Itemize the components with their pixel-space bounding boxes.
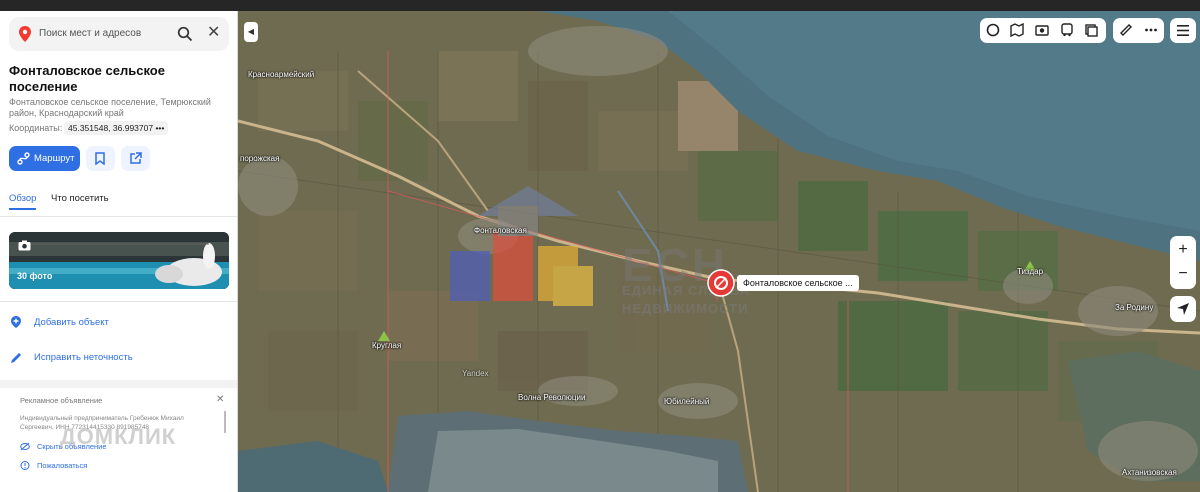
photo-count: 30 фото (17, 271, 53, 281)
eye-crossed-icon (20, 442, 30, 451)
place-label-volna-revolyutsii: Волна Революции (518, 393, 586, 402)
search-icon[interactable] (177, 26, 193, 42)
marker-label[interactable]: Фонталовское сельское ... (737, 275, 859, 291)
ruler-icon[interactable] (1119, 23, 1133, 37)
fix-error-link[interactable]: Исправить неточность (34, 352, 133, 363)
map-pin-icon (19, 26, 31, 42)
divider (0, 380, 237, 388)
map-tools-group (1113, 18, 1164, 43)
zoom-out-button[interactable]: − (1170, 265, 1196, 283)
camera-icon (18, 240, 31, 251)
add-location-icon (11, 316, 21, 328)
add-object-link[interactable]: Добавить объект (34, 317, 109, 328)
map-icon[interactable] (1010, 23, 1024, 37)
domclick-watermark: ДОМКЛИК (60, 424, 177, 449)
yandex-watermark: Yandex (462, 369, 489, 378)
divider (0, 216, 237, 217)
panorama-icon[interactable] (986, 23, 1000, 37)
search-bar[interactable]: Поиск мест и адресов ✕ (9, 17, 229, 51)
place-label-akhtanizovskaya: Ахтанизовская (1122, 468, 1177, 477)
close-icon[interactable]: ✕ (207, 25, 220, 41)
place-label-za-rodinu: За Родину (1115, 303, 1154, 312)
hamburger-icon (1177, 25, 1189, 36)
photo-layer-icon[interactable] (1035, 23, 1049, 37)
locate-button[interactable] (1170, 296, 1196, 322)
place-label-krasnoarmeysky: Красноармейский (248, 70, 315, 79)
report-ad-link[interactable]: Пожаловаться (37, 461, 87, 470)
photo-gallery[interactable]: 30 фото (9, 232, 229, 289)
zoom-control: + − (1170, 236, 1196, 289)
egn-watermark-line2: НЕДВИЖИМОСТИ (622, 301, 749, 316)
place-marker-icon[interactable] (707, 269, 735, 297)
coordinates-label: Координаты: (9, 123, 63, 133)
navigation-arrow-icon (1177, 303, 1189, 315)
place-title: Фонталовское сельское поселение (9, 63, 165, 94)
menu-button[interactable] (1170, 18, 1196, 43)
ad-title: Рекламное объявление (20, 396, 103, 405)
tab-overview[interactable]: Обзор (9, 193, 36, 204)
coordinates-value[interactable]: 45.351548, 36.993707 ••• (64, 121, 169, 135)
transport-icon[interactable] (1060, 23, 1074, 37)
map-layers-toolbar (980, 18, 1106, 43)
route-button[interactable]: Маршрут (9, 146, 80, 171)
search-input[interactable]: Поиск мест и адресов (39, 28, 141, 39)
share-icon (130, 152, 142, 164)
place-address: Фонталовское сельское поселение, Темрюкс… (9, 97, 211, 118)
bookmark-button[interactable] (86, 146, 115, 171)
collapse-panel-button[interactable]: ◀ (244, 22, 258, 42)
zoom-in-button[interactable]: + (1170, 241, 1196, 259)
browser-top-strip (0, 0, 1200, 11)
pencil-icon (11, 353, 21, 363)
place-label-fontalovskaya: Фонталовская (474, 226, 527, 235)
place-label-kruglaya: Круглая (372, 341, 402, 350)
place-info-panel: Поиск мест и адресов ✕ Фонталовское сель… (0, 11, 238, 492)
route-icon (17, 152, 30, 165)
active-tab-indicator (9, 208, 36, 210)
place-label-porozhskaya: порожская (240, 154, 280, 163)
tab-what-to-visit[interactable]: Что посетить (51, 193, 109, 204)
route-button-label: Маршрут (34, 153, 75, 164)
divider (0, 301, 237, 302)
more-icon[interactable] (1144, 23, 1158, 37)
ad-scrollbar[interactable] (224, 411, 226, 433)
share-button[interactable] (121, 146, 150, 171)
ad-close-icon[interactable]: ✕ (216, 394, 224, 405)
place-label-tiszar: Тиздар (1017, 267, 1044, 276)
layers-icon[interactable] (1084, 23, 1098, 37)
flag-icon (20, 461, 30, 470)
place-label-yubileyny: Юбилейный (664, 397, 710, 406)
bookmark-icon (95, 152, 105, 165)
